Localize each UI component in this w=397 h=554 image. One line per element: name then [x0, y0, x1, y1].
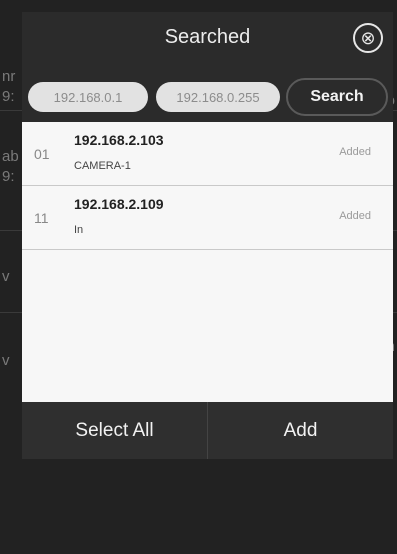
select-all-button[interactable]: Select All — [22, 402, 207, 459]
background-text: ab — [2, 148, 19, 165]
background-text: 9: — [2, 88, 15, 105]
end-ip-input[interactable] — [156, 82, 280, 112]
dialog-title: Searched — [164, 26, 251, 48]
device-index: 11 — [34, 210, 49, 226]
add-button[interactable]: Add — [208, 402, 393, 459]
device-row[interactable]: 11 192.168.2.109 In Added — [22, 186, 393, 250]
device-status: Added — [339, 210, 371, 222]
device-index: 01 — [34, 146, 50, 162]
dialog-header: Searched ⊗ — [22, 12, 393, 68]
device-row[interactable]: 01 192.168.2.103 CAMERA-1 Added — [22, 122, 393, 186]
background-text: v — [2, 352, 10, 369]
search-button[interactable]: Search — [286, 78, 388, 116]
close-icon[interactable]: ⊗ — [353, 23, 383, 53]
device-ip: 192.168.2.103 — [74, 132, 164, 148]
background-text: nr — [2, 68, 16, 85]
device-name: In — [74, 224, 84, 236]
background-text: v — [2, 268, 10, 285]
device-list: 01 192.168.2.103 CAMERA-1 Added 11 192.1… — [22, 122, 393, 402]
device-status: Added — [339, 146, 371, 158]
background-text: 9: — [2, 168, 15, 185]
search-results-dialog: Searched ⊗ Search 01 192.168.2.103 CAMER… — [22, 12, 393, 459]
device-ip: 192.168.2.109 — [74, 196, 164, 212]
dialog-footer: Select All Add — [22, 402, 393, 459]
start-ip-input[interactable] — [28, 82, 148, 112]
device-name: CAMERA-1 — [74, 160, 131, 172]
